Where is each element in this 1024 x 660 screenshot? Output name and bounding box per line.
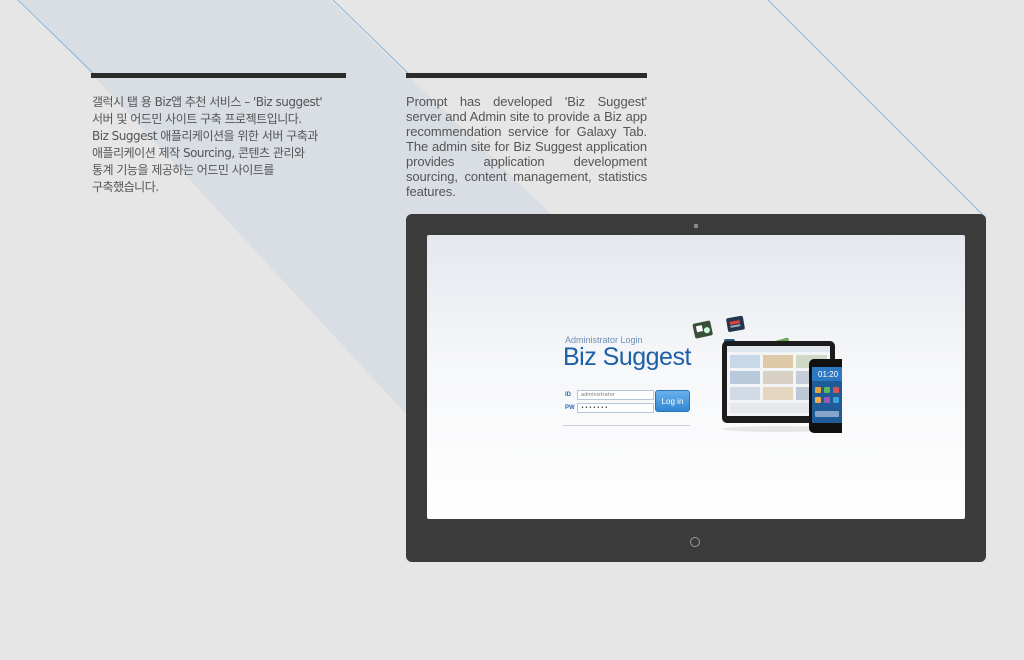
divider-rule-right	[406, 73, 647, 78]
description-ko-line: 통계 기능을 제공하는 어드민 사이트를	[92, 163, 274, 177]
phone-clock: 01:20	[818, 370, 839, 379]
description-korean: 갤럭시 탭 용 Biz앱 추천 서비스 – 'Biz suggest' 서버 및…	[92, 94, 352, 196]
devices-illustration: 01:20	[692, 315, 842, 433]
description-ko-line: 구축했습니다.	[92, 180, 159, 194]
description-ko-line: 갤럭시 탭 용 Biz앱 추천 서비스 – 'Biz suggest'	[92, 95, 323, 109]
divider-rule-left	[91, 73, 346, 78]
tablet-device-mockup: Administrator Login Biz Suggest ID PW Lo…	[406, 214, 986, 562]
id-label: ID	[565, 392, 571, 398]
description-english: Prompt has developed 'Biz Suggest' serve…	[406, 94, 647, 199]
description-ko-line: 애플리케이션 제작 Sourcing, 콘텐츠 관리와	[92, 146, 305, 160]
floating-app-icon	[692, 320, 713, 339]
id-input[interactable]	[577, 390, 654, 400]
galaxy-phone-image: 01:20	[809, 359, 842, 433]
floating-app-icon	[726, 315, 745, 332]
password-input[interactable]	[577, 403, 654, 413]
camera-icon	[694, 224, 698, 228]
home-button-icon	[690, 537, 700, 547]
pw-label: PW	[565, 405, 575, 411]
description-ko-line: Biz Suggest 애플리케이션을 위한 서버 구축과	[92, 129, 318, 143]
description-ko-line: 서버 및 어드민 사이트 구축 프로젝트입니다.	[92, 112, 302, 126]
tablet-screen: Administrator Login Biz Suggest ID PW Lo…	[427, 235, 965, 519]
login-divider	[563, 425, 690, 426]
